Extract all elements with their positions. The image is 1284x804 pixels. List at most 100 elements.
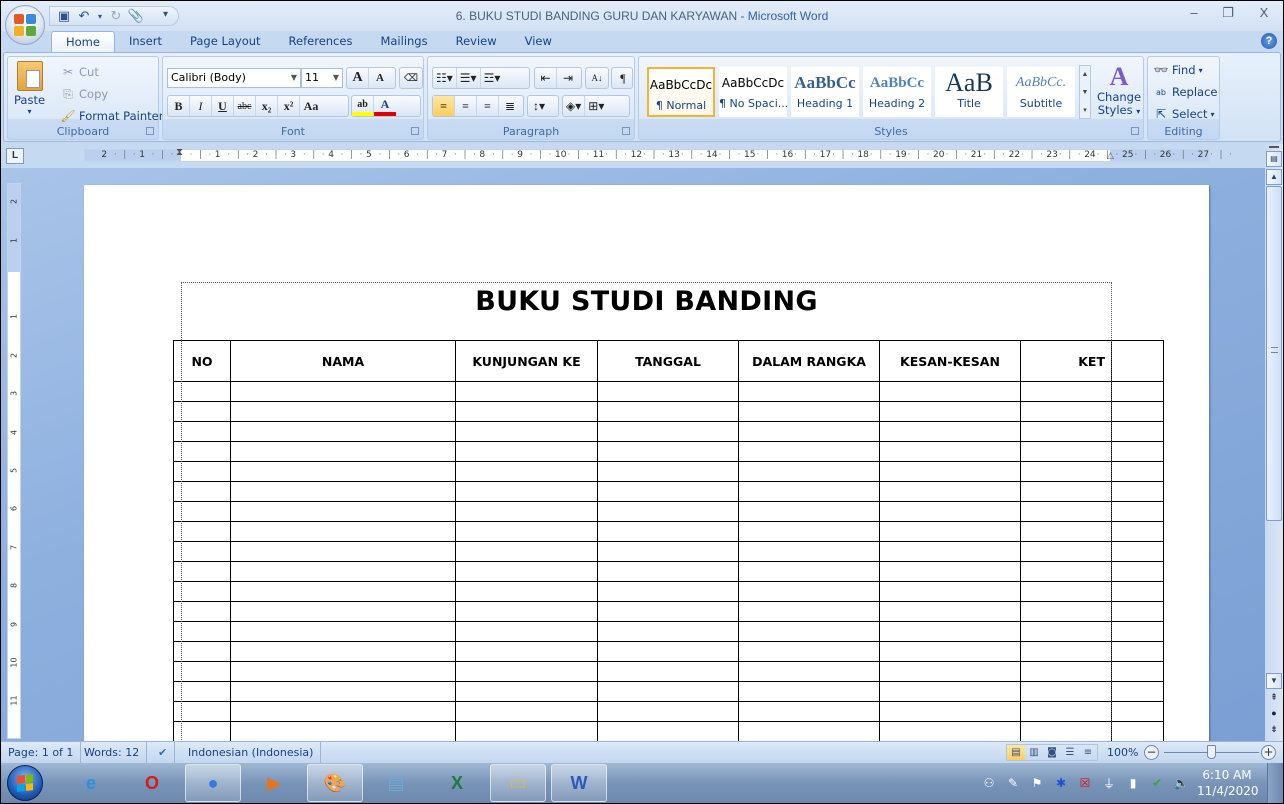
right-indent-marker-icon[interactable]: △ <box>1107 150 1114 160</box>
table-cell[interactable] <box>173 521 231 542</box>
sort-button[interactable]: A↓ <box>585 67 609 89</box>
table-cell[interactable] <box>173 541 231 562</box>
strikethrough-button[interactable]: abc <box>234 96 256 116</box>
table-cell[interactable] <box>230 401 456 422</box>
power-plug-icon[interactable]: ⏚ <box>1101 775 1117 791</box>
table-cell[interactable] <box>597 481 739 502</box>
table-cell[interactable] <box>597 621 739 642</box>
table-cell[interactable] <box>1111 521 1164 542</box>
table-cell[interactable] <box>738 481 880 502</box>
table-cell[interactable] <box>455 721 598 742</box>
styles-launcher-icon[interactable] <box>1131 127 1139 135</box>
table-cell[interactable] <box>230 641 456 662</box>
table-cell[interactable] <box>173 421 231 442</box>
header-ket[interactable]: KET <box>1020 340 1112 382</box>
header-kesan-kesan[interactable]: KESAN-KESAN <box>879 340 1021 382</box>
clear-formatting-button[interactable]: ⌫ <box>399 67 423 89</box>
table-cell[interactable] <box>738 381 880 402</box>
tab-insert[interactable]: Insert <box>115 31 176 53</box>
zoom-level[interactable]: 100% <box>1107 742 1138 763</box>
show-desktop-button[interactable] <box>1267 763 1283 803</box>
table-cell[interactable] <box>1020 721 1112 742</box>
table-cell[interactable] <box>879 661 1021 682</box>
table-cell[interactable] <box>738 401 880 422</box>
table-cell[interactable] <box>173 641 231 662</box>
table-cell[interactable] <box>230 661 456 682</box>
document-page[interactable]: BUKU STUDI BANDING NO NAMA KUNJUNGAN KE … <box>84 185 1209 750</box>
table-cell[interactable] <box>230 541 456 562</box>
table-cell[interactable] <box>879 421 1021 442</box>
table-cell[interactable] <box>230 561 456 582</box>
decrease-indent-button[interactable]: ⇤ <box>535 68 557 88</box>
proofing-icon[interactable]: ✔ <box>151 742 176 763</box>
header-dalam-rangka[interactable]: DALAM RANGKA <box>738 340 880 382</box>
cut-button[interactable]: ✂ Cut <box>60 64 99 80</box>
zoom-slider-thumb[interactable] <box>1206 745 1216 759</box>
volume-icon[interactable]: 🔈 <box>1173 775 1189 791</box>
table-cell[interactable] <box>879 561 1021 582</box>
table-cell[interactable] <box>738 501 880 522</box>
table-cell[interactable] <box>738 701 880 722</box>
style-normal[interactable]: AaBbCcDc ¶ Normal <box>647 67 715 117</box>
table-cell[interactable] <box>597 501 739 522</box>
zoom-out-button[interactable]: − <box>1144 745 1159 760</box>
table-cell[interactable] <box>230 481 456 502</box>
table-cell[interactable] <box>173 401 231 422</box>
table-cell[interactable] <box>738 621 880 642</box>
vertical-scrollbar[interactable]: ▤ ▲ ▼ ⇞ ● ⇟ <box>1265 144 1283 741</box>
scroll-up-button[interactable]: ▲ <box>1266 169 1282 185</box>
table-cell[interactable] <box>879 601 1021 622</box>
table-cell[interactable] <box>1020 561 1112 582</box>
previous-page-icon[interactable]: ⇞ <box>1265 692 1283 703</box>
taskbar-app-opera[interactable]: O <box>124 764 180 802</box>
undo-icon[interactable]: ↶ <box>76 8 92 24</box>
header-kunjungan-ke[interactable]: KUNJUNGAN KE <box>455 340 598 382</box>
table-cell[interactable] <box>1111 561 1164 582</box>
table-cell[interactable] <box>1111 381 1164 402</box>
tab-page-layout[interactable]: Page Layout <box>176 31 275 53</box>
table-cell[interactable] <box>879 641 1021 662</box>
table-cell[interactable] <box>738 721 880 742</box>
table-cell[interactable] <box>597 681 739 702</box>
grow-font-button[interactable]: A <box>347 68 369 88</box>
table-cell[interactable] <box>230 421 456 442</box>
table-cell[interactable] <box>879 681 1021 702</box>
table-cell[interactable] <box>597 381 739 402</box>
table-cell[interactable] <box>597 581 739 602</box>
chevron-down-icon[interactable]: ▼ <box>1080 84 1090 102</box>
tab-home[interactable]: Home <box>51 31 115 53</box>
table-cell[interactable] <box>1020 381 1112 402</box>
align-left-button[interactable]: ≡ <box>433 96 455 116</box>
table-cell[interactable] <box>1111 481 1164 502</box>
table-cell[interactable] <box>173 621 231 642</box>
table-cell[interactable] <box>230 441 456 462</box>
scroll-down-button[interactable]: ▼ <box>1266 673 1282 689</box>
table-cell[interactable] <box>738 681 880 702</box>
table-cell[interactable] <box>1020 401 1112 422</box>
minimize-button[interactable]: – <box>1181 5 1207 23</box>
table-cell[interactable] <box>738 581 880 602</box>
next-page-icon[interactable]: ⇟ <box>1265 724 1283 735</box>
taskbar-app-notepad[interactable]: ▤ <box>368 764 424 802</box>
study-visit-table[interactable]: NO NAMA KUNJUNGAN KE TANGGAL DALAM RANGK… <box>173 340 1164 742</box>
numbering-button[interactable]: ☰▾ <box>457 68 481 88</box>
header-tanggal[interactable]: TANGGAL <box>597 340 739 382</box>
table-cell[interactable] <box>1111 421 1164 442</box>
table-cell[interactable] <box>879 401 1021 422</box>
taskbar-app-paint[interactable]: 🎨 <box>307 764 363 802</box>
table-cell[interactable] <box>1111 661 1164 682</box>
table-cell[interactable] <box>879 481 1021 502</box>
table-cell[interactable] <box>597 641 739 662</box>
style-subtitle[interactable]: AaBbCc. Subtitle <box>1007 67 1075 117</box>
language-indicator[interactable]: Indonesian (Indonesia) <box>181 742 322 763</box>
superscript-button[interactable]: x² <box>278 96 300 116</box>
paragraph-launcher-icon[interactable] <box>622 127 630 135</box>
tab-review[interactable]: Review <box>442 31 511 53</box>
table-cell[interactable] <box>738 561 880 582</box>
table-cell[interactable] <box>455 561 598 582</box>
style-heading-1[interactable]: AaBbCc Heading 1 <box>791 67 859 117</box>
save-icon[interactable]: ▣ <box>56 8 72 24</box>
style-heading-2[interactable]: AaBbCc Heading 2 <box>863 67 931 117</box>
table-cell[interactable] <box>597 661 739 682</box>
paperclip-icon[interactable]: 📎 <box>128 8 144 24</box>
